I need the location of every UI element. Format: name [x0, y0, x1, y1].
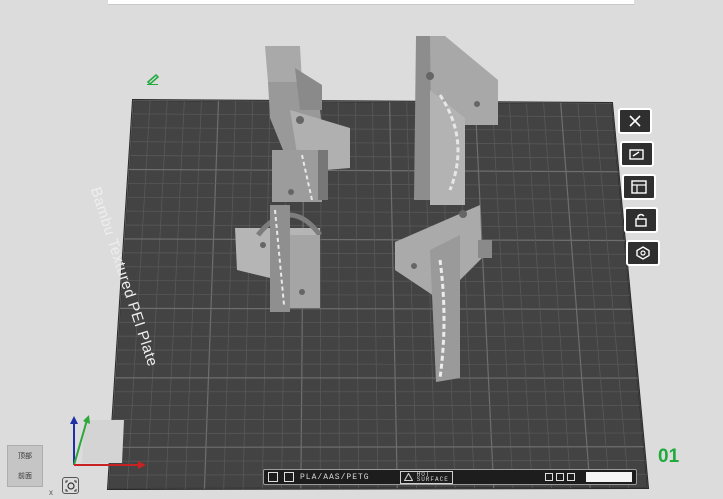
trash-icon-2 [567, 473, 575, 481]
zoom-fit-icon[interactable] [62, 477, 79, 494]
settings-icon[interactable] [626, 240, 660, 266]
plate-logo-icon [284, 472, 294, 482]
view-cube-top[interactable]: 顶部 [18, 451, 32, 461]
rename-plate-icon[interactable] [146, 72, 160, 90]
surface-label: SURFACE [416, 476, 449, 483]
square-icon [556, 473, 564, 481]
plate-toolbar [618, 108, 660, 266]
arrange-icon[interactable] [620, 141, 654, 167]
hot-surface-warning: HOT SURFACE [399, 470, 453, 484]
trash-icon [545, 473, 553, 481]
view-cube[interactable]: 顶部 前面 [7, 445, 43, 487]
filament-type-label: PLA/AAS/PETG [300, 472, 370, 482]
grid-line [119, 307, 632, 310]
plate-type-icon [268, 472, 278, 482]
lock-icon[interactable] [624, 207, 658, 233]
plate-number[interactable]: 01 [658, 446, 679, 468]
layout-icon[interactable] [622, 174, 656, 200]
plate-info-strip: PLA/AAS/PETG HOT SURFACE [263, 469, 637, 485]
grid-line [110, 446, 645, 448]
view-cube-front[interactable]: 前面 [18, 471, 32, 481]
origin-patch [82, 420, 124, 463]
warning-icon [403, 473, 413, 481]
x-axis-label: x [49, 488, 53, 497]
close-icon[interactable] [618, 108, 652, 134]
strip-end-block [586, 472, 632, 482]
